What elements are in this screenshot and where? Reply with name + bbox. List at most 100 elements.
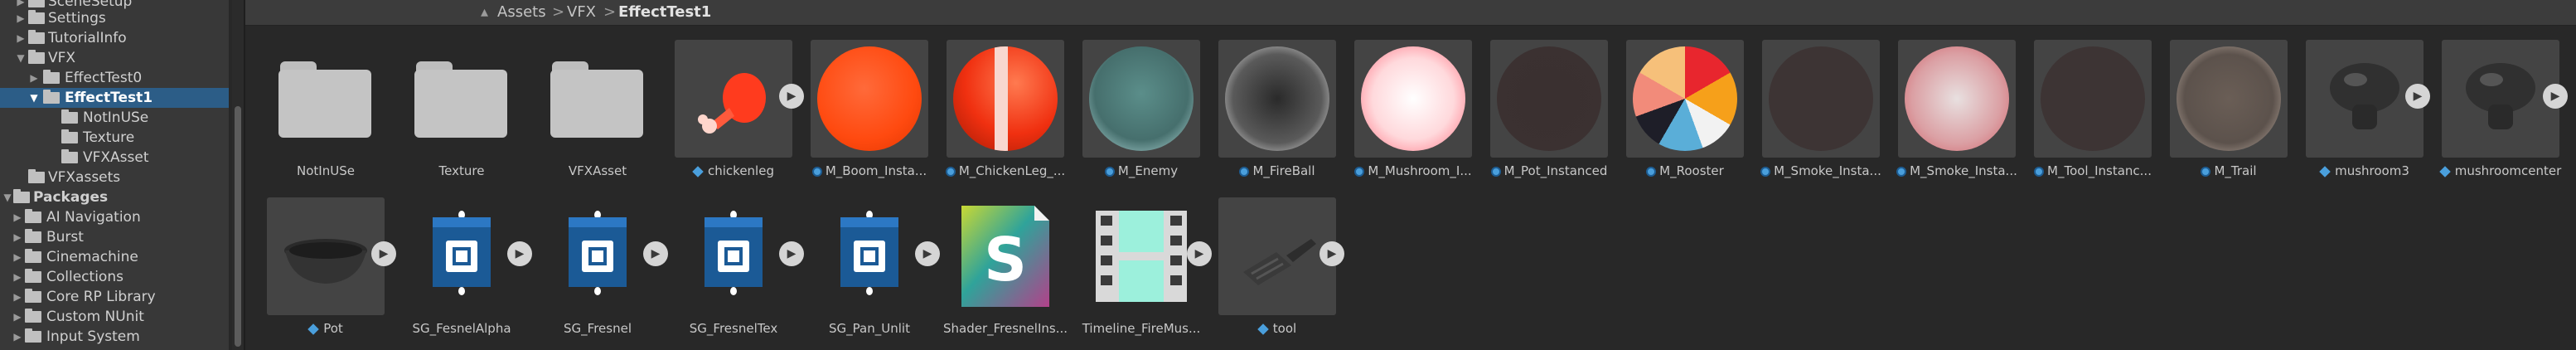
material-icon xyxy=(2201,167,2211,177)
asset-material-pot[interactable]: M_Pot_Instanced xyxy=(1490,40,1608,182)
asset-shadergraph-fresnel[interactable]: SG_Fresnel xyxy=(539,197,656,340)
tree-item-collections[interactable]: ▶ Collections xyxy=(0,267,229,287)
expanded-arrow-icon[interactable]: ▼ xyxy=(2,187,13,207)
asset-shader-fresnel[interactable]: S Shader_FresnelIns... xyxy=(943,197,1068,340)
expand-arrow-button[interactable]: ▶ xyxy=(2543,84,2568,109)
tree-item-effecttest1[interactable]: ▼ EffectTest1 xyxy=(0,88,229,108)
tree-item-vfx[interactable]: ▼ VFX xyxy=(0,48,229,68)
breadcrumb-current[interactable]: EffectTest1 xyxy=(618,0,711,25)
asset-material-rooster[interactable]: M_Rooster xyxy=(1626,40,1744,182)
asset-model-chickenleg[interactable]: chickenleg xyxy=(675,40,792,182)
expanded-arrow-icon[interactable]: ▼ xyxy=(28,88,40,108)
scrollbar-thumb[interactable] xyxy=(235,106,241,347)
folder-icon xyxy=(28,10,45,24)
asset-material-enemy[interactable]: M_Enemy xyxy=(1082,40,1200,182)
tree-item-packages[interactable]: ▼ Packages xyxy=(0,187,229,207)
asset-shadergraph-pan-unlit[interactable]: SG_Pan_Unlit xyxy=(811,197,928,340)
prefab-icon xyxy=(2319,166,2331,177)
asset-model-tool[interactable]: tool xyxy=(1218,197,1336,340)
folder-icon xyxy=(25,309,41,323)
expand-arrow-button[interactable]: ▶ xyxy=(507,241,532,266)
tree-item-effecttest0[interactable]: ▶ EffectTest0 xyxy=(0,68,229,88)
collapsed-arrow-icon[interactable]: ▶ xyxy=(12,287,23,307)
asset-folder-notinuse[interactable]: NotInUSe xyxy=(267,40,385,182)
asset-model-mushroomcenter[interactable]: mushroomcenter xyxy=(2438,40,2561,182)
folder-icon xyxy=(28,0,45,7)
tree-item-custom-nunit[interactable]: ▶ Custom NUnit xyxy=(0,307,229,327)
expand-arrow-button[interactable]: ▶ xyxy=(1319,241,1344,266)
collapsed-arrow-icon[interactable]: ▶ xyxy=(15,28,27,48)
tree-item-burst[interactable]: ▶ Burst xyxy=(0,227,229,247)
asset-folder-vfxasset[interactable]: VFXAsset xyxy=(539,40,656,182)
tree-item-label: Texture xyxy=(83,129,135,146)
expand-arrow-button[interactable]: ▶ xyxy=(915,241,940,266)
folder-icon xyxy=(414,61,507,138)
folder-icon xyxy=(43,70,60,84)
asset-folder-texture[interactable]: Texture xyxy=(403,40,521,182)
expand-arrow-button[interactable]: ▶ xyxy=(779,241,804,266)
folder-icon xyxy=(25,289,41,303)
tree-item-notinuse[interactable]: NotInUSe xyxy=(0,108,229,128)
asset-model-pot[interactable]: Pot xyxy=(267,197,385,340)
asset-material-smoke-2[interactable]: M_Smoke_Insta... xyxy=(1896,40,2017,182)
tree-item-core-rp-library[interactable]: ▶ Core RP Library xyxy=(0,287,229,307)
collapsed-arrow-icon[interactable]: ▶ xyxy=(12,307,23,327)
tree-item-cinemachine[interactable]: ▶ Cinemachine xyxy=(0,247,229,267)
asset-timeline-firemus[interactable]: Timeline_FireMus... xyxy=(1082,197,1200,340)
material-icon xyxy=(2034,167,2045,177)
folder-icon xyxy=(25,249,41,263)
asset-label: M_Mushroom_I... xyxy=(1368,163,1472,178)
collapsed-arrow-icon[interactable]: ▶ xyxy=(12,227,23,247)
asset-shadergraph-fesnelalpha[interactable]: SG_FesnelAlpha xyxy=(403,197,521,340)
collapsed-arrow-icon[interactable]: ▶ xyxy=(12,267,23,287)
tree-item-vfxassets[interactable]: VFXassets xyxy=(0,168,229,187)
collapsed-arrow-icon[interactable]: ▶ xyxy=(12,207,23,227)
breadcrumb-vfx[interactable]: VFX xyxy=(567,0,596,25)
asset-label: M_Pot_Instanced xyxy=(1503,163,1608,178)
tree-item-label: Core RP Library xyxy=(46,289,156,305)
asset-material-chickenleg[interactable]: M_ChickenLeg_... xyxy=(945,40,1065,182)
asset-label: Timeline_FireMus... xyxy=(1082,321,1201,336)
folder-open-icon xyxy=(13,189,30,203)
asset-material-boom[interactable]: M_Boom_Insta... xyxy=(811,40,928,182)
material-sphere xyxy=(1497,46,1601,151)
asset-model-mushroom3[interactable]: mushroom3 xyxy=(2306,40,2423,182)
material-sphere xyxy=(1089,46,1194,151)
expand-arrow-button[interactable]: ▶ xyxy=(371,241,396,266)
breadcrumb-separator: > xyxy=(603,3,617,21)
asset-material-tool[interactable]: M_Tool_Instanc... xyxy=(2034,40,2152,182)
expanded-arrow-icon[interactable]: ▼ xyxy=(15,48,27,68)
collapsed-arrow-icon[interactable]: ▶ xyxy=(28,68,40,88)
asset-material-mushroom[interactable]: M_Mushroom_I... xyxy=(1354,40,1472,182)
asset-label: NotInUSe xyxy=(297,163,355,178)
breadcrumb-menu-icon[interactable]: ▴ xyxy=(481,0,488,25)
expand-arrow-button[interactable]: ▶ xyxy=(643,241,668,266)
expand-arrow-button[interactable]: ▶ xyxy=(2405,84,2430,109)
material-icon xyxy=(1239,167,1250,177)
asset-material-smoke-1[interactable]: M_Smoke_Insta... xyxy=(1760,40,1881,182)
breadcrumb: ▴ Assets > VFX > EffectTest1 xyxy=(245,0,2576,26)
material-sphere xyxy=(1905,46,2009,151)
asset-label: Texture xyxy=(438,163,485,178)
collapsed-arrow-icon[interactable]: ▶ xyxy=(12,327,23,347)
collapsed-arrow-icon[interactable]: ▶ xyxy=(15,8,27,28)
folder-icon xyxy=(25,328,41,343)
breadcrumb-assets[interactable]: Assets xyxy=(497,0,546,25)
tree-item-texture[interactable]: Texture xyxy=(0,128,229,148)
tree-item-tutorialinfo[interactable]: ▶ TutorialInfo xyxy=(0,28,229,48)
asset-material-trail[interactable]: M_Trail xyxy=(2170,40,2288,182)
asset-material-fireball[interactable]: M_FireBall xyxy=(1218,40,1336,182)
expand-arrow-button[interactable]: ▶ xyxy=(779,84,804,109)
expand-arrow-button[interactable]: ▶ xyxy=(1187,241,1212,266)
tree-scrollbar[interactable] xyxy=(232,0,244,350)
tree-item-input-system[interactable]: ▶ Input System xyxy=(0,327,229,347)
panel-splitter[interactable] xyxy=(244,0,245,350)
tree-item-ai-navigation[interactable]: ▶ AI Navigation xyxy=(0,207,229,227)
tree-item-vfxasset[interactable]: VFXAsset xyxy=(0,148,229,168)
prefab-icon xyxy=(2438,166,2451,177)
collapsed-arrow-icon[interactable]: ▶ xyxy=(12,247,23,267)
tree-item-settings[interactable]: ▶ Settings xyxy=(0,8,229,28)
tree-item-label: NotInUSe xyxy=(83,109,149,126)
prefab-icon xyxy=(1257,323,1269,335)
asset-shadergraph-fresneltex[interactable]: SG_FresnelTex xyxy=(675,197,792,340)
